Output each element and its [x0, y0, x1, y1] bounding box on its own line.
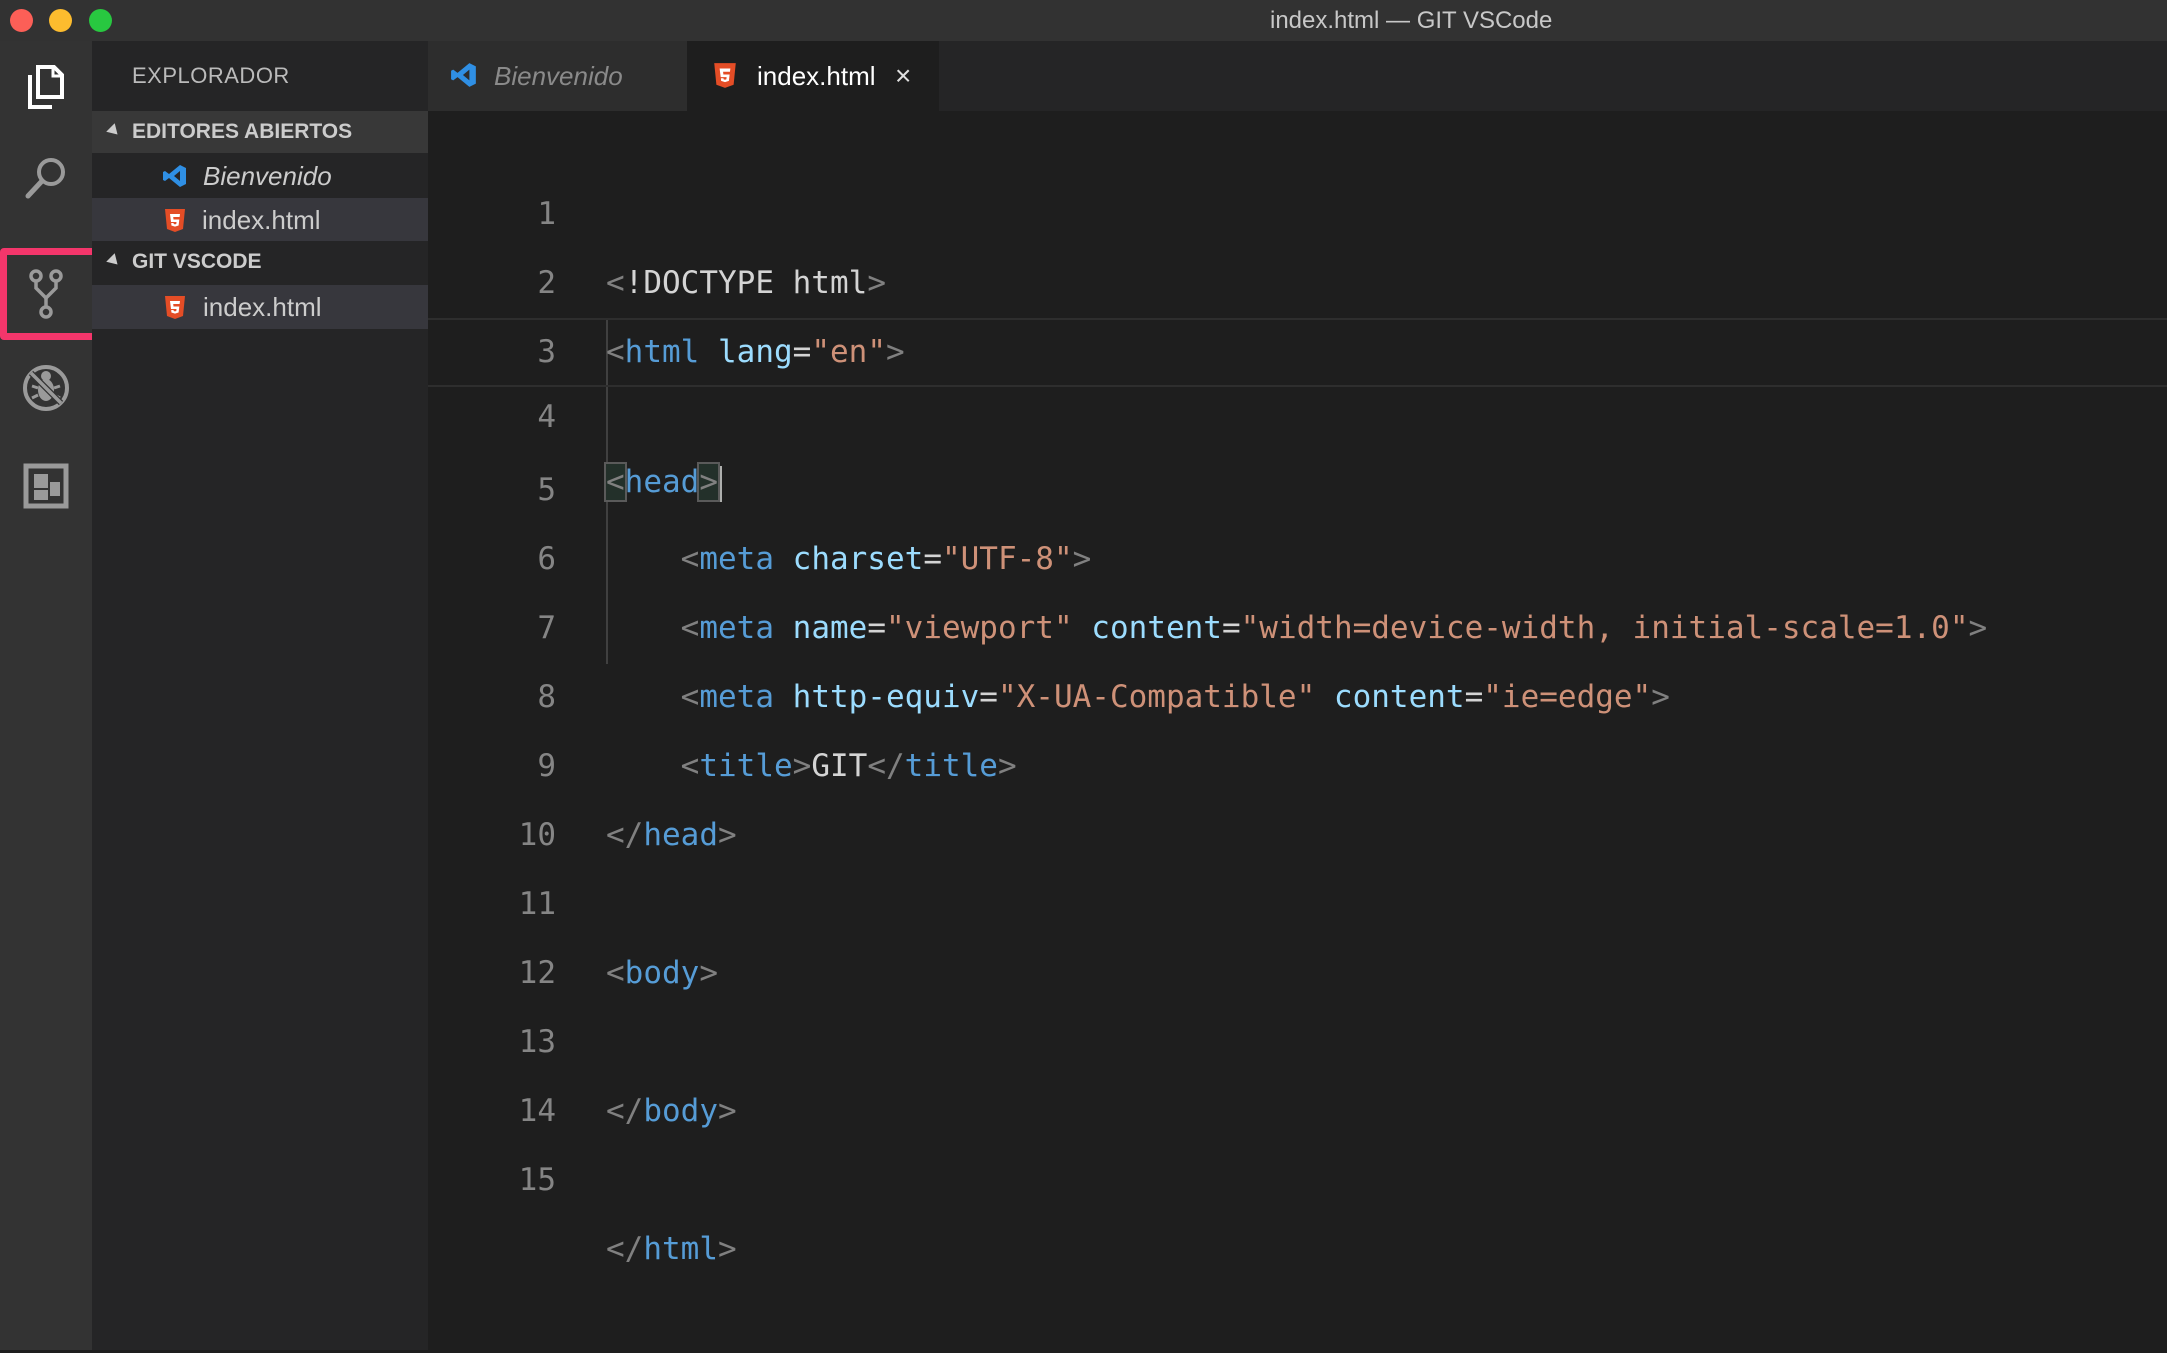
activity-bar: [0, 41, 100, 1350]
search-icon: [25, 158, 65, 199]
no-bug-icon: [23, 365, 69, 411]
code-line: 9 </head>: [428, 663, 2167, 853]
code-line: 7 <meta http-equiv="X-UA-Compatible" con…: [428, 525, 2167, 715]
code-line: 6 <meta name="viewport" content="width=d…: [428, 456, 2167, 646]
code-line: 12: [428, 870, 2167, 991]
chevron-down-icon: [106, 253, 122, 269]
activity-extensions[interactable]: [0, 440, 92, 532]
open-editor-item-bienvenido[interactable]: Bienvenido: [92, 154, 428, 198]
window-title: index.html — GIT VSCode: [1270, 7, 1553, 34]
source-control-highlight: [0, 248, 100, 340]
folder-header-git-vscode[interactable]: GIT VSCODE: [92, 241, 428, 283]
explorer-sidebar: EXPLORADOR EDITORES ABIERTOS Bienvenido …: [92, 41, 428, 1350]
folder-file-index[interactable]: index.html: [92, 285, 428, 329]
html5-icon: [165, 209, 185, 232]
code-line: 1 <!DOCTYPE html>: [428, 111, 2167, 301]
activity-explorer[interactable]: [0, 41, 92, 133]
code-line-current: 4 <head>: [428, 318, 2167, 502]
activity-search[interactable]: [0, 132, 92, 224]
files-icon: [28, 65, 64, 109]
html5-icon: [165, 296, 185, 319]
tab-close-icon[interactable]: ×: [895, 41, 911, 111]
extensions-icon: [23, 463, 69, 509]
code-line: 11 <body>: [428, 801, 2167, 991]
code-line: 5 <meta charset="UTF-8">: [428, 387, 2167, 577]
code-line: 2 <html lang="en">: [428, 180, 2167, 370]
activity-debug[interactable]: [0, 342, 92, 434]
code-line: 8 <title>GIT</title>: [428, 594, 2167, 784]
code-line: 3: [428, 249, 2167, 370]
code-line: 10: [428, 732, 2167, 853]
tab-bienvenido[interactable]: Bienvenido: [428, 41, 687, 111]
html5-icon: [714, 63, 736, 88]
sidebar-title: EXPLORADOR: [132, 63, 290, 88]
code-line: 13 </body>: [428, 939, 2167, 1129]
open-editors-header[interactable]: EDITORES ABIERTOS: [92, 111, 428, 153]
tab-bar: Bienvenido index.html ×: [428, 41, 2167, 111]
line-number: 15: [518, 1162, 556, 1198]
vscode-icon: [451, 63, 476, 87]
open-editor-item-index[interactable]: index.html: [92, 198, 428, 242]
title-bar: index.html — GIT VSCode: [0, 0, 2167, 42]
code-line: 14: [428, 1008, 2167, 1129]
tab-index-html[interactable]: index.html ×: [687, 41, 939, 111]
chevron-down-icon: [106, 123, 122, 139]
code-editor[interactable]: 1 <!DOCTYPE html> 2 <html lang="en"> 3 4…: [428, 111, 2167, 1350]
vscode-icon: [163, 165, 186, 187]
code-line: 15 </html>: [428, 1077, 2167, 1267]
